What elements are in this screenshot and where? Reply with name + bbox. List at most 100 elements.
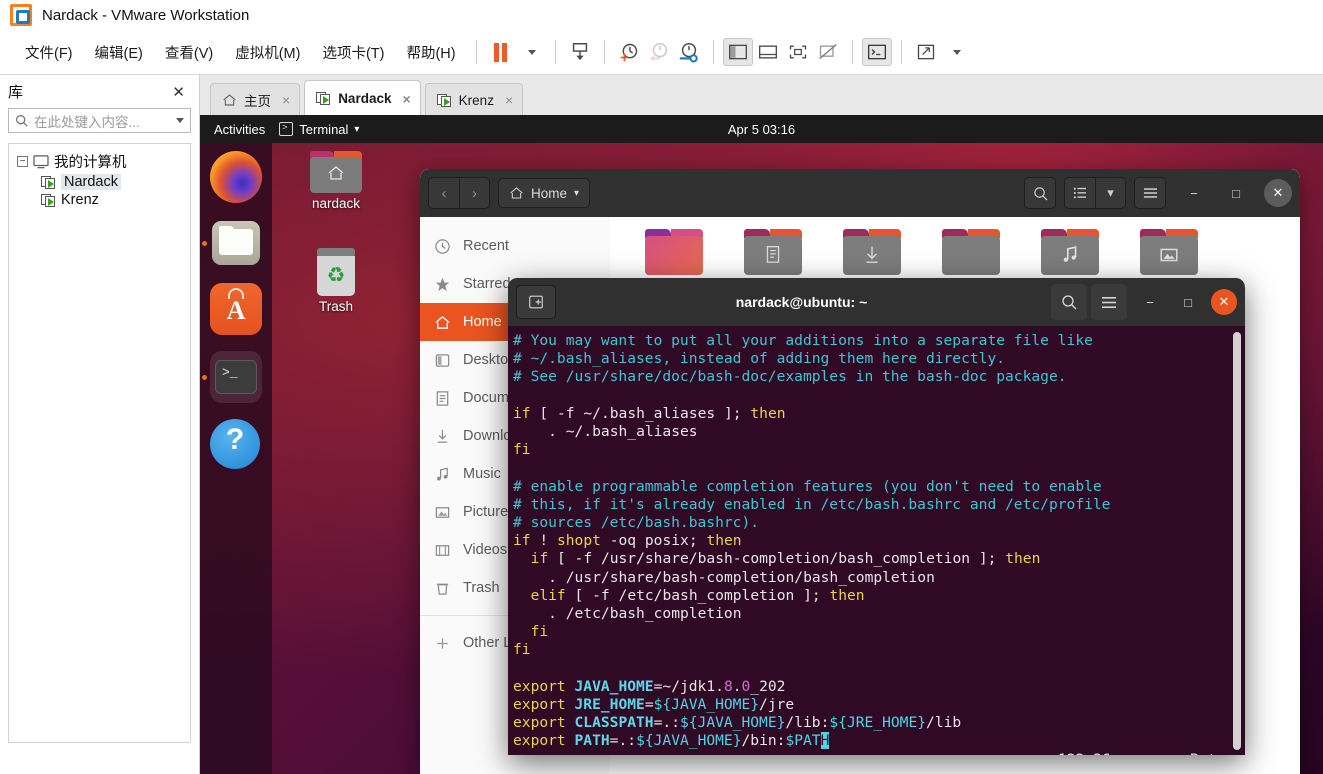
show-library-button[interactable] [722,38,753,66]
nautilus-minimize-button[interactable]: − [1180,179,1208,207]
home-icon [435,315,450,329]
nautilus-maximize-button[interactable]: □ [1222,179,1250,207]
terminal-body[interactable]: # You may want to put all your additions… [508,326,1245,755]
tree-root-label: 我的计算机 [54,155,127,171]
terminal-scrollbar[interactable] [1233,332,1241,750]
search-icon [1062,295,1077,310]
vm-icon [41,193,56,207]
sidebar-item-recent[interactable]: Recent [420,227,610,265]
trash-icon: ♻ [315,248,357,296]
terminal-minimize-button[interactable]: − [1135,287,1165,317]
snapshot-revert-button[interactable] [644,38,674,66]
toolbar-separator [554,40,556,64]
activities-button[interactable]: Activities [200,122,279,137]
star-icon [435,277,450,291]
dock-terminal-running-dot [202,375,207,380]
file-item[interactable] [921,229,1020,279]
tab-home[interactable]: 主页 × [210,83,301,116]
dock-firefox[interactable] [210,151,262,203]
desktop[interactable]: A >_ ? nardack ♻ Trash ‹ › Home ▾ ▾ − □ … [200,143,1323,774]
library-title: 库 [8,84,24,101]
console-button[interactable] [861,38,892,66]
stretch-button[interactable] [911,38,941,66]
library-search-placeholder: 在此处键入内容... [34,114,140,130]
power-button[interactable] [565,38,595,66]
tab-krenz-close[interactable]: × [505,92,513,108]
ubuntu-dock: A >_ ? [200,143,272,774]
tab-home-label: 主页 [244,94,271,109]
snapshot-take-button[interactable] [614,38,644,66]
nautilus-close-button[interactable]: ✕ [1264,179,1292,207]
home-icon [223,94,236,106]
tree-root-my-computer[interactable]: − 我的计算机 [9,150,190,173]
terminal-new-tab-button[interactable] [516,285,556,319]
terminal-cursor-position: 122,36 [1058,751,1111,755]
nautilus-view-dropdown[interactable]: ▾ [1095,178,1125,208]
nautilus-back-button[interactable]: ‹ [429,178,459,208]
menu-edit[interactable]: 编辑(E) [84,38,154,67]
dock-software[interactable]: A [210,283,262,335]
chevron-down-icon[interactable] [176,118,184,123]
stretch-dropdown[interactable] [941,38,971,66]
tab-krenz[interactable]: Krenz × [424,83,524,116]
toolbar-separator [475,40,477,64]
desktop-icon-trash[interactable]: ♻ Trash [293,248,379,314]
terminal-maximize-button[interactable]: □ [1173,287,1203,317]
menu-file[interactable]: 文件(F) [14,38,84,67]
file-item[interactable] [1119,229,1218,279]
ubuntu-software-icon: A [210,283,262,335]
menu-vm[interactable]: 虚拟机(M) [224,38,311,67]
sidebar-item-music-label: Music [463,466,501,482]
panel-left-icon [728,44,747,60]
toolbar-separator [900,40,902,64]
desktop-icon-nardack[interactable]: nardack [293,151,379,211]
nautilus-list-view-button[interactable] [1065,178,1095,208]
dock-terminal[interactable]: >_ [210,351,262,403]
suspend-dropdown[interactable] [516,38,546,66]
tab-nardack-close[interactable]: × [402,91,410,107]
menu-view[interactable]: 查看(V) [154,38,224,67]
library-search-input[interactable]: 在此处键入内容... [8,108,191,133]
nautilus-menu-button[interactable] [1134,177,1166,209]
vmware-menubar: 文件(F) 编辑(E) 查看(V) 虚拟机(M) 选项卡(T) 帮助(H) [0,30,1323,75]
nautilus-search-button[interactable] [1024,177,1056,209]
file-item[interactable] [1020,229,1119,279]
tree-expander[interactable]: − [17,156,28,167]
search-icon [1033,186,1047,200]
vmware-logo-icon [10,4,32,26]
file-item[interactable] [723,229,822,279]
app-menu[interactable]: Terminal ▾ [279,122,359,137]
unity-button[interactable] [813,38,843,66]
fullscreen-button[interactable] [783,38,813,66]
tab-nardack[interactable]: Nardack × [304,80,421,116]
fullscreen-icon [789,45,806,59]
library-close-button[interactable]: ✕ [168,83,189,101]
snapshot-manage-icon [679,43,698,63]
tree-item-krenz-label: Krenz [61,192,99,208]
clock[interactable]: Apr 5 03:16 [728,122,795,137]
file-item[interactable] [822,229,921,279]
tree-item-krenz[interactable]: Krenz [9,191,190,209]
tree-item-nardack[interactable]: Nardack [9,173,190,191]
suspend-button[interactable] [486,38,516,66]
dock-help[interactable]: ? [210,419,262,471]
menu-help[interactable]: 帮助(H) [395,38,466,67]
pictures-folder-icon [644,229,703,275]
terminal-menu-button[interactable] [1091,284,1127,320]
hamburger-menu-icon [1143,188,1157,198]
music-glyph-icon [1063,246,1076,262]
plus-icon [437,637,448,649]
dock-files-running-dot [202,241,207,246]
file-item[interactable] [624,229,723,279]
terminal-close-button[interactable]: ✕ [1211,289,1237,315]
terminal-search-button[interactable] [1051,284,1087,320]
menu-tabs[interactable]: 选项卡(T) [311,38,395,67]
dock-files[interactable] [210,217,262,269]
computer-icon [33,154,49,168]
tab-home-close[interactable]: × [282,92,290,108]
snapshot-manager-button[interactable] [674,38,704,66]
documents-folder-icon [743,229,802,275]
show-thumbnail-button[interactable] [753,38,783,66]
nautilus-forward-button[interactable]: › [459,178,489,208]
nautilus-path-button[interactable]: Home ▾ [498,178,591,208]
